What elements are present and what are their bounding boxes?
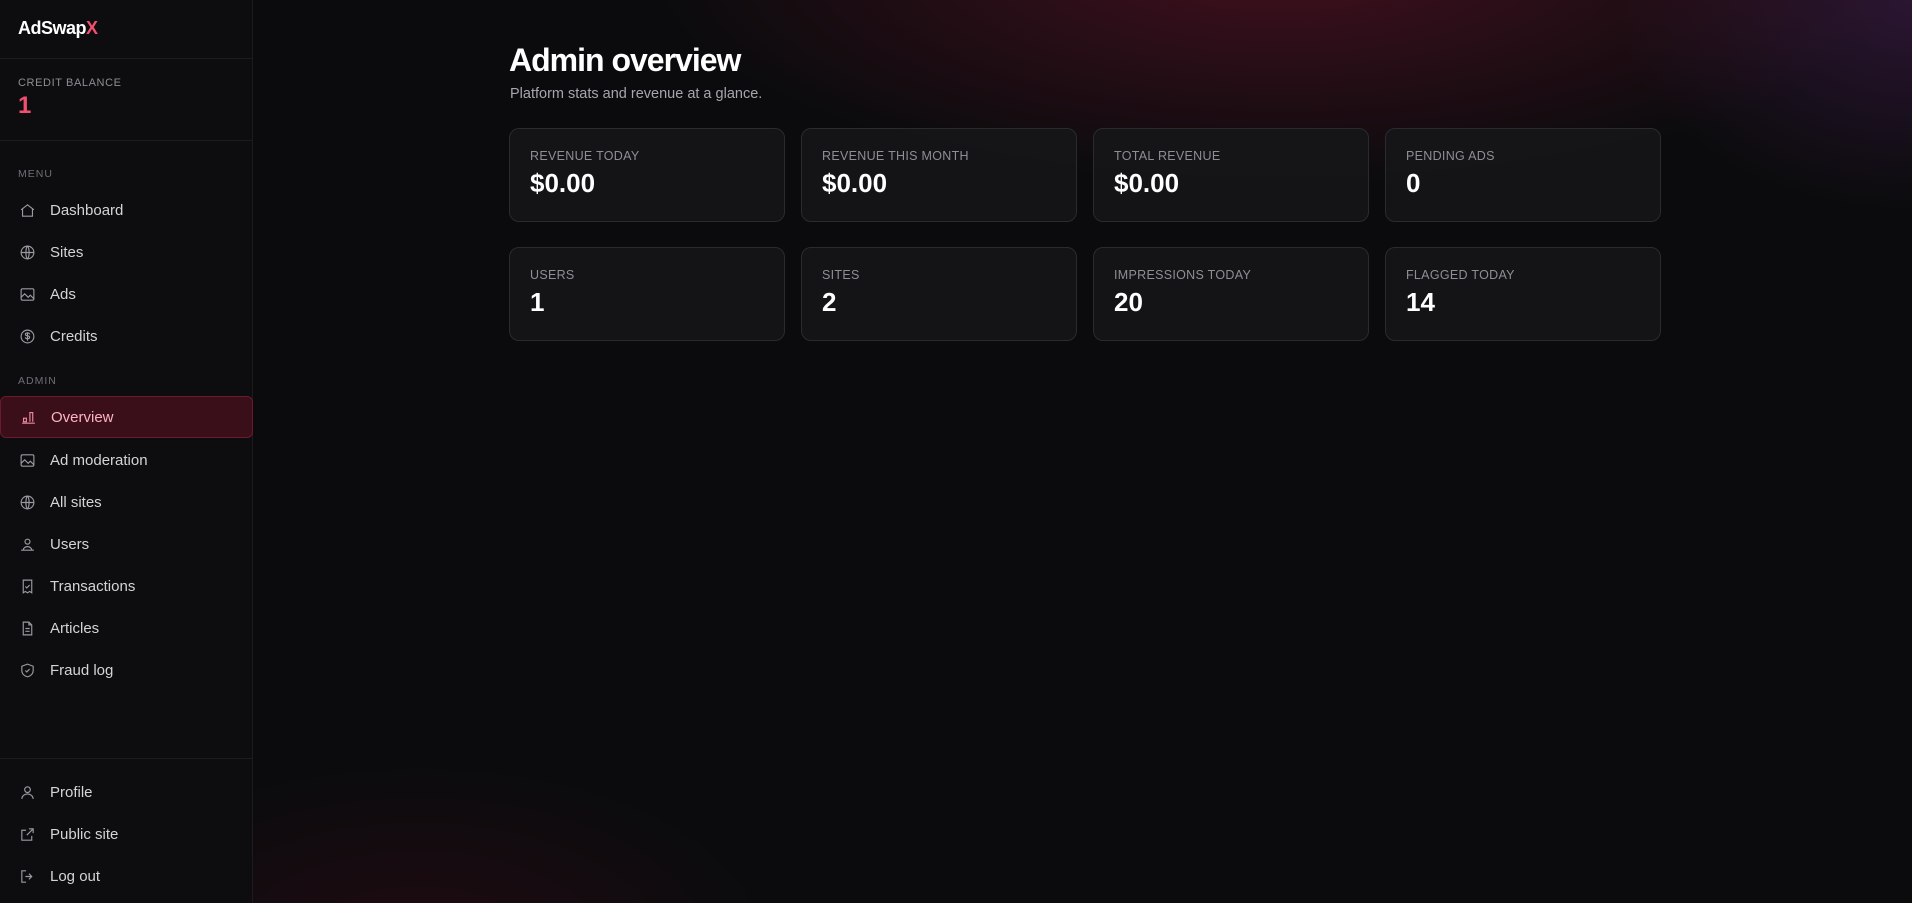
- sidebar-item-label: Credits: [50, 327, 98, 345]
- globe-icon: [18, 243, 36, 261]
- stat-label: TOTAL REVENUE: [1114, 149, 1221, 163]
- sidebar-divider: [0, 758, 253, 759]
- users-icon: [18, 535, 36, 553]
- sidebar-item-label: Overview: [51, 408, 114, 426]
- image-icon: [18, 285, 36, 303]
- brand-accent: X: [86, 18, 98, 38]
- sidebar-item-articles[interactable]: Articles: [0, 607, 253, 649]
- sidebar-item-label: Sites: [50, 243, 84, 261]
- sidebar-item-all-sites[interactable]: All sites: [0, 481, 253, 523]
- receipt-icon: [18, 577, 36, 595]
- stat-card-total-revenue: TOTAL REVENUE $0.00: [1093, 128, 1369, 222]
- sidebar-item-ads[interactable]: Ads: [0, 273, 253, 315]
- sidebar-item-users[interactable]: Users: [0, 523, 253, 565]
- document-icon: [18, 619, 36, 637]
- stat-card-users: USERS 1: [509, 247, 785, 341]
- stat-value: 2: [822, 287, 837, 317]
- sidebar-item-label: Fraud log: [50, 661, 114, 679]
- logout-icon: [18, 867, 36, 885]
- stat-card-revenue-today: REVENUE TODAY $0.00: [509, 128, 785, 222]
- sidebar-item-credits[interactable]: Credits: [0, 315, 253, 357]
- chart-icon: [19, 408, 37, 426]
- sidebar-item-label: Ad moderation: [50, 451, 148, 469]
- stat-value: 20: [1114, 287, 1143, 317]
- stat-label: USERS: [530, 268, 575, 282]
- stat-card-impressions-today: IMPRESSIONS TODAY 20: [1093, 247, 1369, 341]
- stat-label: REVENUE TODAY: [530, 149, 640, 163]
- stat-value: $0.00: [1114, 168, 1180, 198]
- main-content: Admin overview Platform stats and revenu…: [253, 0, 1912, 903]
- stat-value: 0: [1406, 168, 1421, 198]
- sidebar-item-label: Articles: [50, 619, 100, 637]
- stat-card-sites: SITES 2: [801, 247, 1077, 341]
- stat-label: IMPRESSIONS TODAY: [1114, 268, 1252, 282]
- sidebar-item-profile[interactable]: Profile: [0, 771, 253, 813]
- stat-label: SITES: [822, 268, 860, 282]
- sidebar-item-label: Ads: [50, 285, 76, 303]
- brand-logo[interactable]: AdSwapX: [0, 0, 252, 59]
- sidebar-item-ad-moderation[interactable]: Ad moderation: [0, 439, 253, 481]
- sidebar-item-transactions[interactable]: Transactions: [0, 565, 253, 607]
- sidebar-item-label: Users: [50, 535, 90, 553]
- stat-value: $0.00: [822, 168, 888, 198]
- sidebar-item-label: All sites: [50, 493, 102, 511]
- credit-balance-label: CREDIT BALANCE: [18, 77, 122, 89]
- stat-value: 1: [530, 287, 545, 317]
- stat-card-flagged-today: FLAGGED TODAY 14: [1385, 247, 1661, 341]
- image-icon: [18, 451, 36, 469]
- admin-section-label: ADMIN: [18, 375, 57, 387]
- sidebar-item-label: Profile: [50, 783, 93, 801]
- app: AdSwapX CREDIT BALANCE 1 MENU Dashboard …: [0, 0, 1912, 903]
- sidebar-item-label: Log out: [50, 867, 101, 885]
- stats-grid: REVENUE TODAY $0.00 REVENUE THIS MONTH $…: [509, 128, 1661, 366]
- stats-row: REVENUE TODAY $0.00 REVENUE THIS MONTH $…: [509, 128, 1661, 222]
- globe-icon: [18, 493, 36, 511]
- sidebar: AdSwapX CREDIT BALANCE 1 MENU Dashboard …: [0, 0, 253, 903]
- sidebar-item-public-site[interactable]: Public site: [0, 813, 253, 855]
- shield-check-icon: [18, 661, 36, 679]
- home-icon: [18, 201, 36, 219]
- page-title: Admin overview: [509, 42, 741, 78]
- credit-balance: CREDIT BALANCE 1: [0, 59, 252, 141]
- sidebar-item-fraud-log[interactable]: Fraud log: [0, 649, 253, 691]
- sidebar-item-label: Transactions: [50, 577, 136, 595]
- stat-value: $0.00: [530, 168, 596, 198]
- sidebar-item-label: Dashboard: [50, 201, 124, 219]
- sidebar-item-dashboard[interactable]: Dashboard: [0, 189, 253, 231]
- stat-card-pending-ads: PENDING ADS 0: [1385, 128, 1661, 222]
- brand-name: AdSwap: [18, 18, 87, 38]
- user-icon: [18, 783, 36, 801]
- stat-label: REVENUE THIS MONTH: [822, 149, 969, 163]
- sidebar-item-overview[interactable]: Overview: [0, 396, 253, 438]
- stats-row: USERS 1 SITES 2 IMPRESSIONS TODAY 20 FLA…: [509, 247, 1661, 341]
- credit-balance-value: 1: [18, 92, 32, 119]
- menu-section-label: MENU: [18, 168, 53, 180]
- sidebar-item-sites[interactable]: Sites: [0, 231, 253, 273]
- stat-label: FLAGGED TODAY: [1406, 268, 1515, 282]
- sidebar-item-label: Public site: [50, 825, 119, 843]
- external-link-icon: [18, 825, 36, 843]
- stat-card-revenue-this-month: REVENUE THIS MONTH $0.00: [801, 128, 1077, 222]
- stat-value: 14: [1406, 287, 1435, 317]
- sidebar-item-log-out[interactable]: Log out: [0, 855, 253, 897]
- dollar-circle-icon: [18, 327, 36, 345]
- stat-label: PENDING ADS: [1406, 149, 1495, 163]
- page-subtitle: Platform stats and revenue at a glance.: [510, 86, 763, 102]
